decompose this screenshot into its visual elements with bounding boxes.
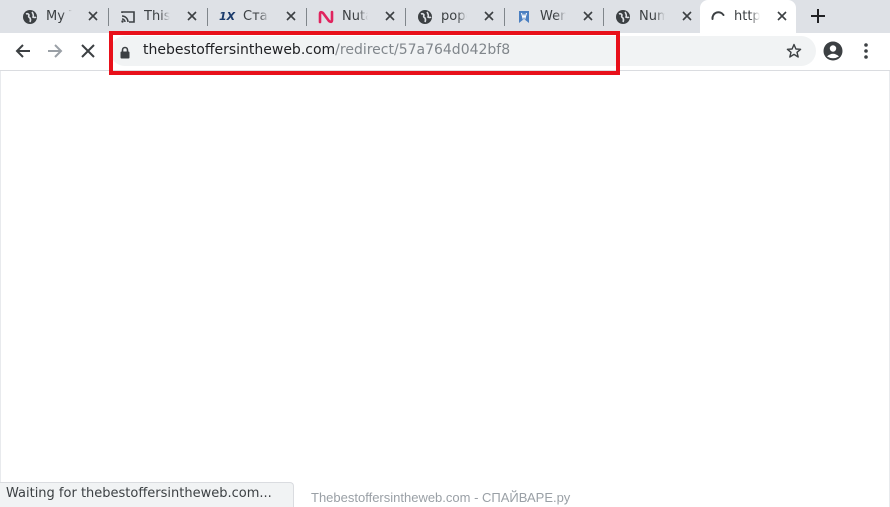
more-vertical-icon [864, 43, 868, 59]
globe-icon [615, 9, 631, 25]
tab-popca[interactable]: popca [407, 0, 503, 33]
close-icon[interactable] [383, 9, 397, 23]
nutaku-logo-icon [318, 9, 334, 25]
menu-button[interactable] [853, 38, 879, 64]
tab-strip: My Top This c 1X Ставк Nutal [0, 0, 890, 33]
tab-separator [504, 8, 505, 26]
tab-separator [306, 8, 307, 26]
close-icon[interactable] [86, 9, 100, 23]
tab-separator [207, 8, 208, 26]
close-icon[interactable] [185, 9, 199, 23]
close-icon[interactable] [581, 9, 595, 23]
tab-nutaku[interactable]: Nutal [308, 0, 404, 33]
globe-icon [22, 9, 38, 25]
tab-separator [603, 8, 604, 26]
tab-label: This c [144, 9, 170, 24]
star-icon [786, 43, 802, 58]
tab-label: popca [441, 9, 467, 24]
arrow-left-icon [15, 44, 30, 58]
plus-icon [811, 9, 825, 23]
tab-this[interactable]: This c [110, 0, 206, 33]
page-content [0, 71, 890, 507]
tab-label: Numl [639, 9, 665, 24]
globe-icon [417, 9, 433, 25]
tab-1x-stavki[interactable]: 1X Ставк [209, 0, 305, 33]
profile-button[interactable] [820, 38, 846, 64]
close-icon [81, 44, 95, 58]
stop-loading-button[interactable] [75, 38, 101, 64]
tab-separator [108, 8, 109, 26]
account-icon [823, 41, 843, 61]
tab-wem[interactable]: Wem [506, 0, 602, 33]
watermark-text: Thebestoffersintheweb.com - СПАЙВАРЕ.ру [311, 490, 571, 505]
close-icon[interactable] [482, 9, 496, 23]
forward-button[interactable] [42, 38, 68, 64]
bookmark-logo-icon [516, 9, 532, 25]
status-bar: Waiting for thebestoffersintheweb.com... [0, 482, 294, 507]
tab-numl[interactable]: Numl [605, 0, 701, 33]
1x-logo-icon: 1X [218, 10, 236, 23]
tab-label: Nutal [342, 9, 368, 24]
tab-https-active[interactable]: https [700, 0, 796, 33]
tab-label: Ставк [243, 9, 269, 24]
tab-label: Wem [540, 9, 566, 24]
tab-label: My Top [46, 9, 72, 24]
url-highlight-box [109, 31, 620, 75]
cast-icon [120, 9, 136, 25]
tab-separator [405, 8, 406, 26]
arrow-right-icon [48, 44, 63, 58]
back-button[interactable] [10, 38, 36, 64]
close-icon[interactable] [775, 9, 789, 23]
close-icon[interactable] [284, 9, 298, 23]
loading-spinner-icon [710, 9, 726, 25]
bookmark-star-button[interactable] [781, 38, 807, 64]
tab-my-top[interactable]: My Top [12, 0, 107, 33]
close-icon[interactable] [680, 9, 694, 23]
tab-label: https [734, 9, 760, 24]
new-tab-button[interactable] [807, 5, 829, 27]
